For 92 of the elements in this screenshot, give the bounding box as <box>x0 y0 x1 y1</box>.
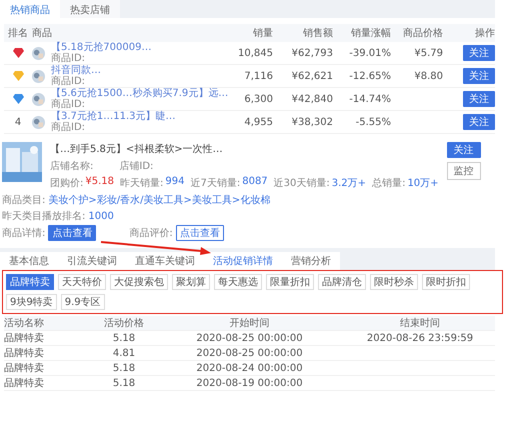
table-cell: 品牌特卖 <box>4 363 44 374</box>
table-cell: 4.81 <box>112 348 136 358</box>
table-cell: 5.18 <box>112 378 136 388</box>
stat-value: 10万+ <box>407 177 439 190</box>
column-header: 操作 <box>474 27 495 40</box>
column-header: 排名 <box>7 26 29 40</box>
table-cell: 品牌特卖 <box>4 348 44 359</box>
table-cell-text: ¥38,302 <box>290 116 333 128</box>
product-title[interactable]: 【5.6元抢1500…秒杀购买7.9元】远… <box>51 88 228 99</box>
product-title: 【…到手5.8元】<抖根柔软>一次性… <box>50 142 224 156</box>
table-cell-text: -14.74% <box>348 94 391 104</box>
table-cell: ¥5.79 <box>414 48 443 58</box>
table-cell-text: -39.01% <box>348 48 391 58</box>
column-header: 活动价格 <box>103 316 145 330</box>
category-path[interactable]: 美妆个护>彩妆/香水/美妆工具>美妆工具>化妆棉 <box>48 193 270 207</box>
follow-button[interactable]: 关注 <box>446 142 481 158</box>
tab[interactable]: 引流关键词 <box>58 252 126 270</box>
table-cell: 品牌特卖 <box>4 333 44 344</box>
stat-label: 近7天销量: <box>190 176 240 190</box>
table-cell: 2020-08-24 00:00:00 <box>196 362 303 374</box>
column-header: 销量 <box>252 27 273 40</box>
link-label: 商品详情: <box>2 226 46 240</box>
shop-name-label: 店铺名称: <box>50 160 94 173</box>
table-cell: 5.18 <box>112 332 136 344</box>
stat-label: 总销量: <box>372 176 406 190</box>
table-cell-text: ¥62,621 <box>290 70 333 82</box>
product-id-label: 商品ID: <box>51 99 86 110</box>
follow-button[interactable]: 关注 <box>463 45 495 61</box>
tab[interactable]: 热卖店铺 <box>60 0 120 18</box>
table-cell: 品牌特卖 <box>4 378 44 389</box>
tab[interactable]: 直通车关键词 <box>126 252 204 270</box>
tab[interactable]: 营销分析 <box>282 252 340 270</box>
column-header: 销售额 <box>302 26 333 40</box>
filter-chip[interactable]: 9块9特卖 <box>6 294 57 310</box>
table-cell-text: 6,300 <box>243 94 273 104</box>
filter-chip[interactable]: 品牌清仓 <box>318 274 366 290</box>
filter-chip[interactable]: 大促搜索包 <box>110 274 168 290</box>
table-cell-text: 4,955 <box>243 116 273 128</box>
filter-chip[interactable]: 品牌特卖 <box>6 274 54 290</box>
follow-button[interactable]: 关注 <box>463 114 495 130</box>
stat-value: 3.2万+ <box>332 177 366 190</box>
product-id-label: 商品ID: <box>51 76 86 87</box>
view-button[interactable]: 点击查看 <box>48 225 96 241</box>
column-header: 商品 <box>32 26 53 40</box>
table-cell: 2020-08-26 23:59:59 <box>366 332 474 344</box>
rank-number: 4 <box>14 116 22 128</box>
table-cell: 2020-08-25 00:00:00 <box>196 348 303 358</box>
filter-chip[interactable]: 限量折扣 <box>266 274 314 290</box>
column-header: 活动名称 <box>4 317 45 330</box>
filter-chip[interactable]: 限时折扣 <box>422 274 470 290</box>
table-cell: ¥8.80 <box>414 70 443 82</box>
monitor-button[interactable]: 监控 <box>446 162 481 180</box>
filter-chip[interactable]: 9.9专区 <box>60 294 105 310</box>
filter-chip[interactable]: 天天特价 <box>58 274 106 290</box>
view-button[interactable]: 点击查看 <box>176 225 224 241</box>
stat-label: 昨天销量: <box>120 177 164 190</box>
table-cell: 2020-08-19 00:00:00 <box>196 378 303 388</box>
column-header: 开始时间 <box>228 316 270 330</box>
stat-label: 近30天销量: <box>274 176 330 190</box>
filter-chip[interactable]: 聚划算 <box>172 274 210 290</box>
tab[interactable]: 热销商品 <box>0 0 60 18</box>
category-label: 商品类目: <box>2 194 46 207</box>
product-title[interactable]: 抖音同款… <box>51 65 101 76</box>
product-title[interactable]: 【3.7元抢1…11.3元】睫… <box>51 111 176 122</box>
table-cell-text: 10,845 <box>237 48 273 58</box>
shop-id-label: 店铺ID: <box>119 160 154 173</box>
column-header: 商品价格 <box>402 26 443 40</box>
tab[interactable]: 活动促销详情 <box>204 252 282 270</box>
table-cell-text: ¥62,793 <box>290 48 333 58</box>
filter-chip[interactable]: 每天惠选 <box>214 274 262 290</box>
product-title[interactable]: 【5.18元抢700009… <box>51 42 152 53</box>
follow-button[interactable]: 关注 <box>463 68 495 84</box>
stat-value: 8087 <box>242 176 268 189</box>
table-cell: 5.18 <box>112 362 136 374</box>
table-cell-text: 7,116 <box>243 70 273 82</box>
table-cell-text: ¥42,840 <box>290 94 333 104</box>
table-cell-text: -12.65% <box>348 70 391 82</box>
product-id-label: 商品ID: <box>51 122 86 133</box>
product-id-label: 商品ID: <box>51 53 86 64</box>
column-header: 结束时间 <box>399 316 441 330</box>
stat-value: ¥5.18 <box>85 176 114 189</box>
stat-value: 994 <box>165 176 184 189</box>
stat-label: 团购价: <box>50 177 84 190</box>
rank-label: 昨天类目播放排名: <box>2 210 86 223</box>
filter-chip[interactable]: 限时秒杀 <box>370 274 418 290</box>
table-cell: 2020-08-25 00:00:00 <box>196 332 303 344</box>
table-cell-text: -5.55% <box>354 116 391 128</box>
link-label: 商品评价: <box>129 226 173 240</box>
rank-value: 1000 <box>88 210 114 222</box>
follow-button[interactable]: 关注 <box>463 91 495 107</box>
tab[interactable]: 基本信息 <box>0 252 58 270</box>
column-header: 销量涨幅 <box>350 26 391 40</box>
